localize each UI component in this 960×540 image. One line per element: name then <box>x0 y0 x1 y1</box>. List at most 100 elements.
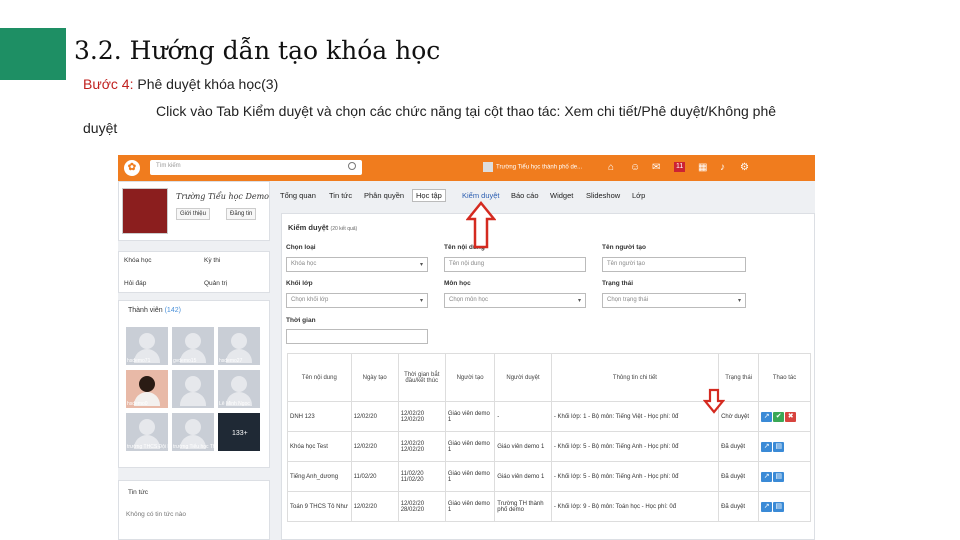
sidebar-item-exams[interactable]: Kỳ thi <box>204 257 220 264</box>
member-tile[interactable] <box>172 370 214 408</box>
members-label: Thành viên <box>128 307 163 314</box>
cell-creator: Giáo viên demo 1 <box>444 461 496 492</box>
col-header: Thông tin chi tiết <box>550 353 720 402</box>
filter-type-select[interactable]: Khóa học ▾ <box>286 257 428 272</box>
cell-period: 11/02/20 11/02/20 <box>397 461 446 492</box>
cell-creator: Giáo viên demo 1 <box>444 491 496 522</box>
table-row: Toán 9 THCS Tô Như 12/02/20 12/02/20 28/… <box>287 491 811 522</box>
member-tile[interactable]: gvdemo15 <box>172 327 214 365</box>
up-arrow-annotation <box>466 201 496 249</box>
cell-created: 12/02/20 <box>350 401 399 432</box>
tab-widget[interactable]: Widget <box>550 191 573 200</box>
cell-approver: Giáo viên demo 1 <box>494 431 552 462</box>
bell-icon[interactable]: ♪ <box>720 162 725 174</box>
chat-icon[interactable]: ✉ <box>652 162 660 174</box>
member-caption: Lê Minh Ngọc <box>219 401 250 407</box>
filter-subject-select[interactable]: Chọn môn học ▾ <box>444 293 586 308</box>
chevron-down-icon: ▾ <box>419 262 423 268</box>
view-detail-button[interactable]: ↗ <box>761 411 773 422</box>
document-button[interactable]: ▤ <box>773 441 785 452</box>
search-icon[interactable] <box>348 162 356 170</box>
settings-icon[interactable]: ⚙ <box>740 162 749 174</box>
top-icons: ⌂ ☺ ✉ 11 ▦ ♪ ⚙ <box>608 162 758 174</box>
chevron-down-icon: ▾ <box>737 298 741 304</box>
tab-news[interactable]: Tin tức <box>329 191 352 200</box>
table-header-row: Tên nội dung Ngày tạo Thời gian bắt đầu/… <box>287 353 811 402</box>
cell-status: Đã duyệt <box>718 491 760 522</box>
filter-status-label: Trạng thái <box>602 280 634 287</box>
instruction-line-2: duyệt <box>83 120 118 136</box>
filter-status-value: Chọn trạng thái <box>607 297 649 303</box>
cell-created: 12/02/20 <box>350 431 399 462</box>
sidebar-item-admin[interactable]: Quản trị <box>204 280 227 287</box>
intro-button[interactable]: Giới thiệu <box>176 208 210 220</box>
panel-title: Kiểm duyệt (20 kết quả) <box>288 223 357 232</box>
cell-actions: ↗ ▤ <box>758 431 811 462</box>
member-tile[interactable]: Lê Minh Ngọc <box>218 370 260 408</box>
cell-name: DNH 123 <box>287 401 352 432</box>
member-tile[interactable]: hsdemo71 <box>126 327 168 365</box>
members-title: Thành viên (142) <box>128 307 181 314</box>
tab-classes[interactable]: Lớp <box>632 191 645 200</box>
view-detail-button[interactable]: ↗ <box>761 501 773 512</box>
filter-subject-label: Môn học <box>444 280 471 287</box>
member-caption: trường THCS Đội Mỏ <box>127 444 175 450</box>
grid-icon[interactable]: ▦ <box>698 162 707 174</box>
col-header: Người tạo <box>444 353 496 402</box>
tab-overview[interactable]: Tổng quan <box>280 191 316 200</box>
member-tile[interactable]: hsdemo0 <box>126 370 168 408</box>
tab-permissions[interactable]: Phân quyền <box>364 191 404 200</box>
users-icon[interactable]: ☺ <box>630 162 640 174</box>
filter-name-input[interactable]: Tên nội dung <box>444 257 586 272</box>
home-icon[interactable]: ⌂ <box>608 162 614 174</box>
slide-title: 3.2. Hướng dẫn tạo khóa học <box>74 36 441 65</box>
filter-status-select[interactable]: Chọn trạng thái ▾ <box>602 293 746 308</box>
instruction-line-1: Click vào Tab Kiểm duyệt và chọn các chứ… <box>156 103 777 119</box>
moderation-table: Tên nội dung Ngày tạo Thời gian bắt đầu/… <box>287 353 811 522</box>
col-header: Tên nội dung <box>287 353 352 402</box>
tab-slideshow[interactable]: Slideshow <box>586 191 620 200</box>
panel-title-text: Kiểm duyệt <box>288 223 329 232</box>
view-detail-button[interactable]: ↗ <box>761 471 773 482</box>
app-logo[interactable]: ✿ <box>124 160 140 176</box>
cell-name: Khóa học Test <box>287 431 352 462</box>
reject-button[interactable]: ✖ <box>785 411 797 422</box>
chevron-down-icon: ▾ <box>419 298 423 304</box>
view-detail-button[interactable]: ↗ <box>761 441 773 452</box>
member-tile[interactable]: trường Tiểu học Thị Huân <box>172 413 230 451</box>
member-tile[interactable]: trường THCS Đội Mỏ <box>126 413 174 451</box>
search-input[interactable]: Tìm kiếm <box>150 160 362 175</box>
sidebar-item-qa[interactable]: Hỏi đáp <box>124 280 146 287</box>
post-button[interactable]: Đăng tin <box>226 208 257 220</box>
accent-block <box>0 28 66 80</box>
tab-moderation[interactable]: Kiểm duyệt <box>462 191 500 200</box>
filter-type-label: Chọn loại <box>286 244 316 251</box>
filter-grade-select[interactable]: Chọn khối lớp ▾ <box>286 293 428 308</box>
cell-approver: Giáo viên demo 1 <box>494 461 552 492</box>
news-empty-text: Không có tin tức nào <box>126 511 187 518</box>
step-line: Bước 4: Phê duyệt khóa học(3) <box>83 76 278 92</box>
step-text: Phê duyệt khóa học(3) <box>137 76 279 92</box>
more-members-tile[interactable]: 133+ <box>218 413 260 451</box>
tab-learning[interactable]: Học tập <box>412 189 446 202</box>
badge-count[interactable]: 11 <box>674 162 686 172</box>
col-header: Người duyệt <box>494 353 552 402</box>
news-title: Tin tức <box>128 489 149 496</box>
sidebar-item-courses[interactable]: Khóa học <box>124 257 151 264</box>
document-button[interactable]: ▤ <box>773 501 785 512</box>
cell-actions: ↗ ▤ <box>758 461 811 492</box>
user-menu[interactable]: Trường Tiểu học thành phố de... <box>483 162 582 172</box>
approve-button[interactable]: ✔ <box>773 411 785 422</box>
document-button[interactable]: ▤ <box>773 471 785 482</box>
filter-creator-input[interactable]: Tên người tạo <box>602 257 746 272</box>
search-placeholder: Tìm kiếm <box>156 163 181 169</box>
filter-time-input[interactable] <box>286 329 428 344</box>
cell-period: 12/02/20 12/02/20 <box>397 431 446 462</box>
cell-period: 12/02/20 12/02/20 <box>397 401 446 432</box>
moderation-panel: Kiểm duyệt (20 kết quả) Chọn loại Khóa h… <box>281 213 815 540</box>
tab-reports[interactable]: Báo cáo <box>511 191 539 200</box>
member-tile[interactable]: hsdemo27 <box>218 327 260 365</box>
filter-name-placeholder: Tên nội dung <box>449 261 485 267</box>
cell-info: - Khối lớp: 5 - Bộ môn: Tiếng Anh - Học … <box>550 461 720 492</box>
filter-time-label: Thời gian <box>286 317 316 324</box>
